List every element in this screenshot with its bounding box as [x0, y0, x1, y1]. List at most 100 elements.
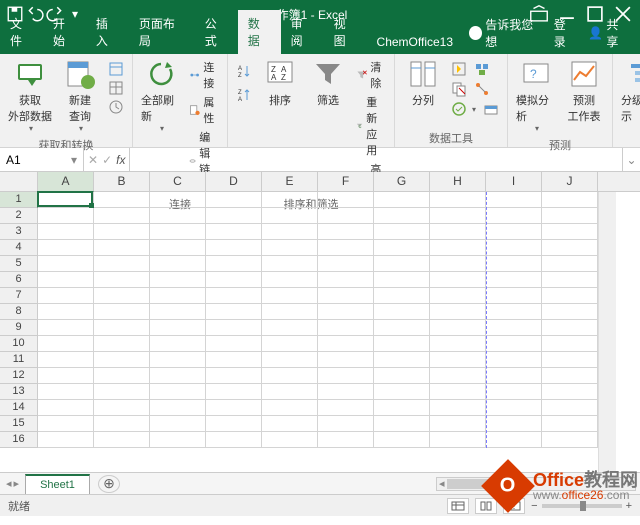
cell[interactable]	[374, 384, 430, 400]
tab-view[interactable]: 视图	[324, 10, 367, 54]
cell[interactable]	[150, 368, 206, 384]
tab-formulas[interactable]: 公式	[195, 10, 238, 54]
cell[interactable]	[430, 240, 486, 256]
cell[interactable]	[486, 224, 542, 240]
sheet-nav-next-icon[interactable]: ▸	[14, 477, 20, 490]
col-header[interactable]: H	[430, 172, 486, 192]
cell[interactable]	[430, 304, 486, 320]
cell[interactable]	[318, 256, 374, 272]
cell[interactable]	[486, 288, 542, 304]
cell[interactable]	[374, 256, 430, 272]
cell[interactable]	[150, 384, 206, 400]
cell[interactable]	[150, 400, 206, 416]
cell[interactable]	[430, 272, 486, 288]
cell[interactable]	[374, 272, 430, 288]
cancel-formula-icon[interactable]: ✕	[88, 153, 98, 167]
remove-duplicates-button[interactable]	[449, 80, 469, 98]
whatif-button[interactable]: ? 模拟分析▾	[514, 56, 558, 135]
cell[interactable]	[38, 320, 94, 336]
signin-button[interactable]: 登录	[548, 12, 583, 54]
row-header[interactable]: 11	[0, 352, 38, 368]
cell[interactable]	[150, 288, 206, 304]
cell[interactable]	[262, 224, 318, 240]
sheet-nav-prev-icon[interactable]: ◂	[6, 477, 12, 490]
text-to-columns-button[interactable]: 分列	[401, 56, 445, 110]
tab-review[interactable]: 审阅	[281, 10, 324, 54]
cell[interactable]	[318, 368, 374, 384]
cell[interactable]	[206, 336, 262, 352]
col-header[interactable]: G	[374, 172, 430, 192]
cell[interactable]	[430, 400, 486, 416]
cell[interactable]	[150, 352, 206, 368]
refresh-all-button[interactable]: 全部刷新▾	[139, 56, 183, 135]
formula-input[interactable]	[130, 148, 622, 171]
cell[interactable]	[374, 288, 430, 304]
cell[interactable]	[38, 368, 94, 384]
cell[interactable]	[38, 192, 94, 208]
cell[interactable]	[542, 400, 598, 416]
show-queries-button[interactable]	[106, 60, 126, 78]
cell[interactable]	[94, 400, 150, 416]
cell[interactable]	[206, 416, 262, 432]
row-header[interactable]: 16	[0, 432, 38, 448]
view-normal-button[interactable]	[447, 498, 469, 514]
cell[interactable]	[318, 352, 374, 368]
cell[interactable]	[94, 416, 150, 432]
row-header[interactable]: 14	[0, 400, 38, 416]
col-header[interactable]: A	[38, 172, 94, 192]
cell[interactable]	[374, 432, 430, 448]
flash-fill-button[interactable]	[449, 60, 469, 78]
cell[interactable]	[38, 208, 94, 224]
cell[interactable]	[542, 320, 598, 336]
row-header[interactable]: 3	[0, 224, 38, 240]
consolidate-button[interactable]	[472, 60, 492, 78]
cell[interactable]	[430, 192, 486, 208]
cell[interactable]	[486, 352, 542, 368]
get-external-data-button[interactable]: 获取 外部数据▾	[6, 56, 54, 135]
cell[interactable]	[374, 192, 430, 208]
cell[interactable]	[486, 368, 542, 384]
cell[interactable]	[486, 304, 542, 320]
cell[interactable]	[38, 416, 94, 432]
cell[interactable]	[542, 416, 598, 432]
cell[interactable]	[94, 432, 150, 448]
cell[interactable]	[262, 288, 318, 304]
row-header[interactable]: 7	[0, 288, 38, 304]
cells-area[interactable]	[38, 192, 598, 472]
cell[interactable]	[94, 208, 150, 224]
cell[interactable]	[206, 368, 262, 384]
cell[interactable]	[542, 288, 598, 304]
cell[interactable]	[262, 272, 318, 288]
cell[interactable]	[206, 384, 262, 400]
cell[interactable]	[94, 272, 150, 288]
cell[interactable]	[94, 240, 150, 256]
cell[interactable]	[542, 352, 598, 368]
cell[interactable]	[318, 208, 374, 224]
cell[interactable]	[94, 384, 150, 400]
row-header[interactable]: 2	[0, 208, 38, 224]
cell[interactable]	[38, 240, 94, 256]
cell[interactable]	[542, 208, 598, 224]
cell[interactable]	[38, 288, 94, 304]
cell[interactable]	[94, 336, 150, 352]
share-button[interactable]: 👤共享	[582, 12, 634, 54]
cell[interactable]	[318, 336, 374, 352]
cell[interactable]	[206, 352, 262, 368]
cell[interactable]	[374, 304, 430, 320]
sheet-tab[interactable]: Sheet1	[25, 474, 90, 494]
cell[interactable]	[206, 400, 262, 416]
cell[interactable]	[38, 384, 94, 400]
cell[interactable]	[150, 432, 206, 448]
cell[interactable]	[374, 320, 430, 336]
cell[interactable]	[430, 224, 486, 240]
row-header[interactable]: 12	[0, 368, 38, 384]
vertical-scrollbar[interactable]	[598, 192, 616, 472]
cell[interactable]	[318, 320, 374, 336]
cell[interactable]	[318, 240, 374, 256]
cell[interactable]	[430, 288, 486, 304]
cell[interactable]	[94, 352, 150, 368]
cell[interactable]	[542, 272, 598, 288]
cell[interactable]	[318, 272, 374, 288]
cell[interactable]	[486, 432, 542, 448]
cell[interactable]	[262, 256, 318, 272]
